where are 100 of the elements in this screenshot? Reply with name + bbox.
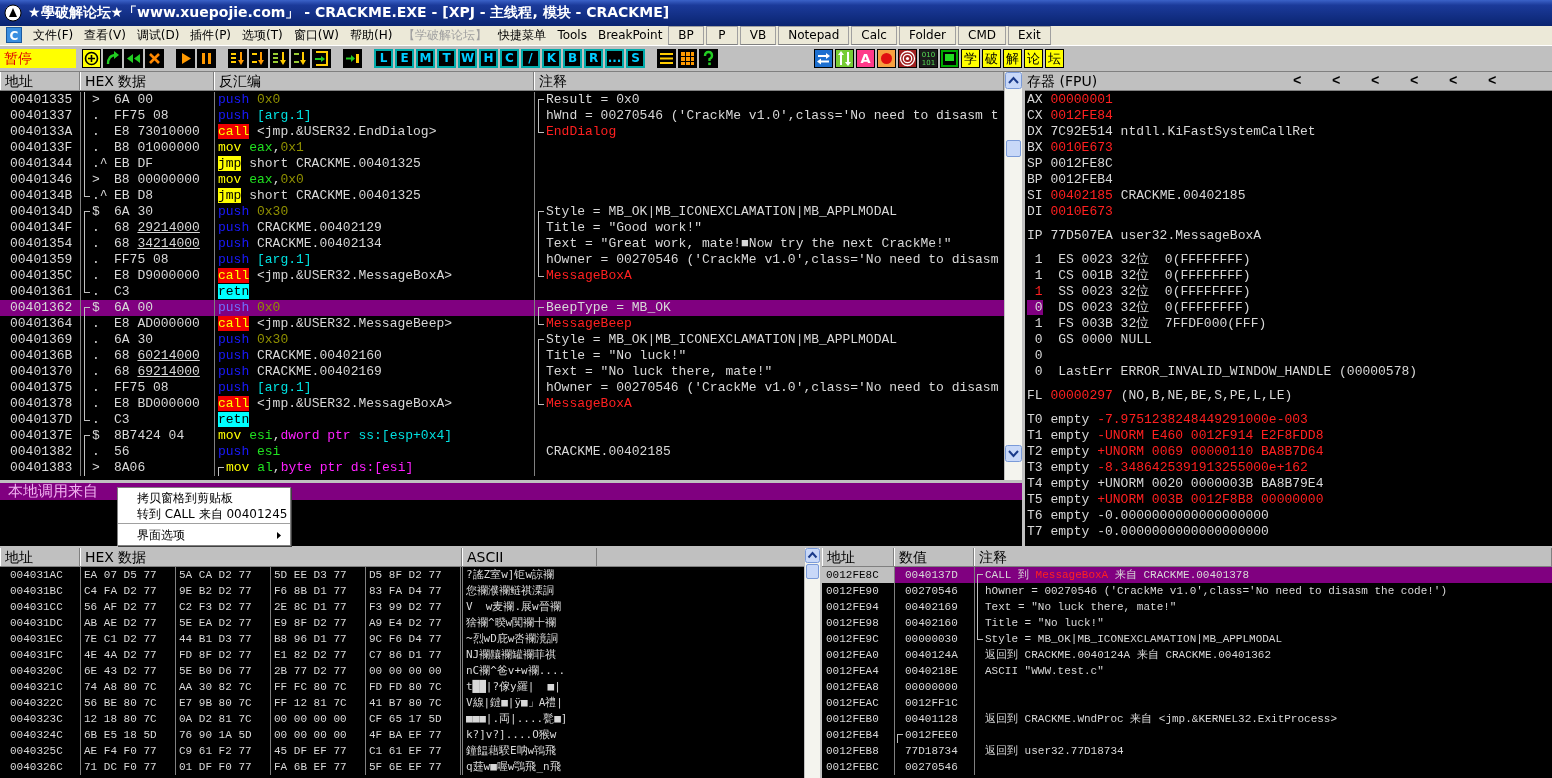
- return-arrow-icon[interactable]: [312, 49, 331, 68]
- updown-arrows-icon[interactable]: [835, 49, 854, 68]
- arrow-button[interactable]: <: [1289, 72, 1306, 90]
- register-row[interactable]: BX 0010E673: [1025, 140, 1552, 156]
- scroll-thumb[interactable]: [1006, 140, 1021, 157]
- toolbar-button[interactable]: L: [374, 49, 393, 68]
- menu-item[interactable]: 查看(V): [79, 26, 132, 45]
- toolbar-button[interactable]: 破: [982, 49, 1001, 68]
- menu-item[interactable]: 界面选项: [118, 527, 290, 543]
- trace-over-icon[interactable]: [291, 49, 310, 68]
- toolbar-button[interactable]: ...: [605, 49, 624, 68]
- toolbar-button[interactable]: 坛: [1045, 49, 1064, 68]
- menu-item[interactable]: 窗口(W): [288, 26, 345, 45]
- step-over-icon[interactable]: [249, 49, 268, 68]
- menu-item[interactable]: 快捷菜单: [493, 26, 553, 45]
- toolbar-button[interactable]: E: [395, 49, 414, 68]
- toolbar-button[interactable]: P: [705, 26, 738, 45]
- register-row[interactable]: AX 00000001: [1025, 92, 1552, 108]
- toolbar-button[interactable]: VB: [739, 26, 777, 45]
- register-row[interactable]: T5 empty +UNORM 003B 0012F8B8 00000000: [1025, 492, 1552, 508]
- register-row[interactable]: FL 00000297 (NO,B,NE,BE,S,PE,L,LE): [1025, 388, 1552, 404]
- register-row[interactable]: IP 77D507EA user32.MessageBoxA: [1025, 228, 1552, 244]
- register-row[interactable]: T6 empty -0.0000000000000000000: [1025, 508, 1552, 524]
- stack-row[interactable]: 0012FEB0 00401128 返回到 CRACKME.WndProc 来自 <jmp.&KERNEL32.ExitProcess>: [822, 711, 1552, 727]
- register-row[interactable]: 1 ES 0023 32位 0(FFFFFFFF): [1025, 252, 1552, 268]
- toolbar-button[interactable]: Notepad: [778, 26, 850, 45]
- arrow-button[interactable]: <: [1328, 72, 1345, 90]
- stack-row[interactable]: 0012FEA8 00000000: [822, 679, 1552, 695]
- register-row[interactable]: 1 FS 003B 32位 7FFDF000(FFF): [1025, 316, 1552, 332]
- register-row[interactable]: 0 GS 0000 NULL: [1025, 332, 1552, 348]
- toolbar-button[interactable]: CMD: [958, 26, 1006, 45]
- menu-item[interactable]: 调试(D): [131, 26, 186, 45]
- rewind-icon[interactable]: [124, 49, 143, 68]
- stack-row[interactable]: 0012FEAC 0012FF1C: [822, 695, 1552, 711]
- record-icon[interactable]: [877, 49, 896, 68]
- register-row[interactable]: 0 LastErr ERROR_INVALID_WINDOW_HANDLE (00000578): [1025, 364, 1552, 380]
- disasm-row[interactable]: 00401344 .^ EB DF jmp short CRACKME.00401325: [0, 156, 1004, 172]
- step-into-icon[interactable]: [228, 49, 247, 68]
- column-header[interactable]: 数值: [894, 548, 974, 566]
- toolbar-button[interactable]: K: [542, 49, 561, 68]
- register-row[interactable]: DI 0010E673: [1025, 204, 1552, 220]
- toolbar-button[interactable]: R: [584, 49, 603, 68]
- toolbar-button[interactable]: 解: [1003, 49, 1022, 68]
- disasm-row[interactable]: 0040137D . C3 retn: [0, 412, 1004, 428]
- register-row[interactable]: 0 DS 0023 32位 0(FFFFFFFF): [1025, 300, 1552, 316]
- register-row[interactable]: CX 0012FE84: [1025, 108, 1552, 124]
- menu-item[interactable]: 文件(F): [28, 26, 80, 45]
- menu-item[interactable]: BreakPoint: [592, 26, 669, 45]
- grid-icon[interactable]: [678, 49, 697, 68]
- register-row[interactable]: T4 empty +UNORM 0020 0000003B BA8B79E4: [1025, 476, 1552, 492]
- arrow-button[interactable]: <: [1484, 72, 1501, 90]
- scroll-thumb[interactable]: [806, 564, 819, 579]
- swap-arrows-icon[interactable]: [814, 49, 833, 68]
- column-header[interactable]: ASCII: [462, 548, 597, 566]
- arrow-button[interactable]: <: [1445, 72, 1462, 90]
- toolbar-button[interactable]: B: [563, 49, 582, 68]
- toolbar-button[interactable]: W: [458, 49, 477, 68]
- toolbar-button[interactable]: 论: [1024, 49, 1043, 68]
- pause-icon[interactable]: [197, 49, 216, 68]
- toolbar-button[interactable]: Folder: [898, 26, 957, 45]
- stack-row[interactable]: 0012FEA0 0040124A 返回到 CRACKME.0040124A 来自 CRACKME.00401362: [822, 647, 1552, 663]
- window-icon[interactable]: [940, 49, 959, 68]
- toolbar-button[interactable]: C: [500, 49, 519, 68]
- column-header[interactable]: 地址: [0, 548, 80, 566]
- register-row[interactable]: 1 SS 0023 32位 0(FFFFFFFF): [1025, 284, 1552, 300]
- toolbar-button[interactable]: Exit: [1008, 26, 1051, 45]
- register-row[interactable]: SP 0012FE8C: [1025, 156, 1552, 172]
- column-header[interactable]: 地址: [822, 548, 894, 566]
- disasm-row[interactable]: 0040134B .^ EB D8 jmp short CRACKME.00401325: [0, 188, 1004, 204]
- scroll-up-icon[interactable]: [805, 548, 820, 563]
- arrow-button[interactable]: <: [1406, 72, 1423, 90]
- toolbar-button[interactable]: BP: [668, 26, 704, 45]
- stack-row[interactable]: 0012FE94 00402169 Text = "No luck there, mate!": [822, 599, 1552, 615]
- disasm-row[interactable]: 00401378 . E8 BD000000 call <jmp.&USER32.MessageBoxA> MessageBoxA: [0, 396, 1004, 412]
- stack-row[interactable]: 0012FEB8 77D18734 返回到 user32.77D18734: [822, 743, 1552, 759]
- disasm-row[interactable]: 0040133A . E8 73010000 call <jmp.&USER32.EndDialog> EndDialog: [0, 124, 1004, 140]
- column-header[interactable]: HEX 数据: [80, 548, 462, 566]
- disasm-row[interactable]: 00401362 $ 6A 00 push 0x0 BeepType = MB_OK: [0, 300, 1004, 316]
- cross-icon[interactable]: [145, 49, 164, 68]
- stack-row[interactable]: 0012FEA4 0040218E ASCII "WWW.test.c": [822, 663, 1552, 679]
- column-header[interactable]: 地址: [0, 72, 80, 90]
- register-row[interactable]: T0 empty -7.9751238248449291000e-003: [1025, 412, 1552, 428]
- help-icon[interactable]: [699, 49, 718, 68]
- register-row[interactable]: BP 0012FEB4: [1025, 172, 1552, 188]
- register-row[interactable]: T1 empty -UNORM E460 0012F914 E2F8FDD8: [1025, 428, 1552, 444]
- column-header[interactable]: 注释: [974, 548, 1552, 566]
- scroll-up-icon[interactable]: [1005, 72, 1022, 89]
- submenu-arrow-icon[interactable]: [276, 531, 282, 540]
- disasm-row[interactable]: 0040135C . E8 D9000000 call <jmp.&USER32.MessageBoxA> MessageBoxA: [0, 268, 1004, 284]
- register-row[interactable]: T3 empty -8.3486425391913255000e+162: [1025, 460, 1552, 476]
- menu-item[interactable]: 插件(P): [185, 26, 238, 45]
- scrollbar[interactable]: [1004, 72, 1022, 480]
- register-row[interactable]: T7 empty -0.0000000000000000000: [1025, 524, 1552, 540]
- menu-item[interactable]: Tools: [552, 26, 593, 45]
- toolbar-button[interactable]: M: [416, 49, 435, 68]
- scrollbar[interactable]: [804, 548, 820, 778]
- target-icon[interactable]: [898, 49, 917, 68]
- register-row[interactable]: 0: [1025, 348, 1552, 364]
- arrow-button[interactable]: <: [1367, 72, 1384, 90]
- toolbar-button[interactable]: H: [479, 49, 498, 68]
